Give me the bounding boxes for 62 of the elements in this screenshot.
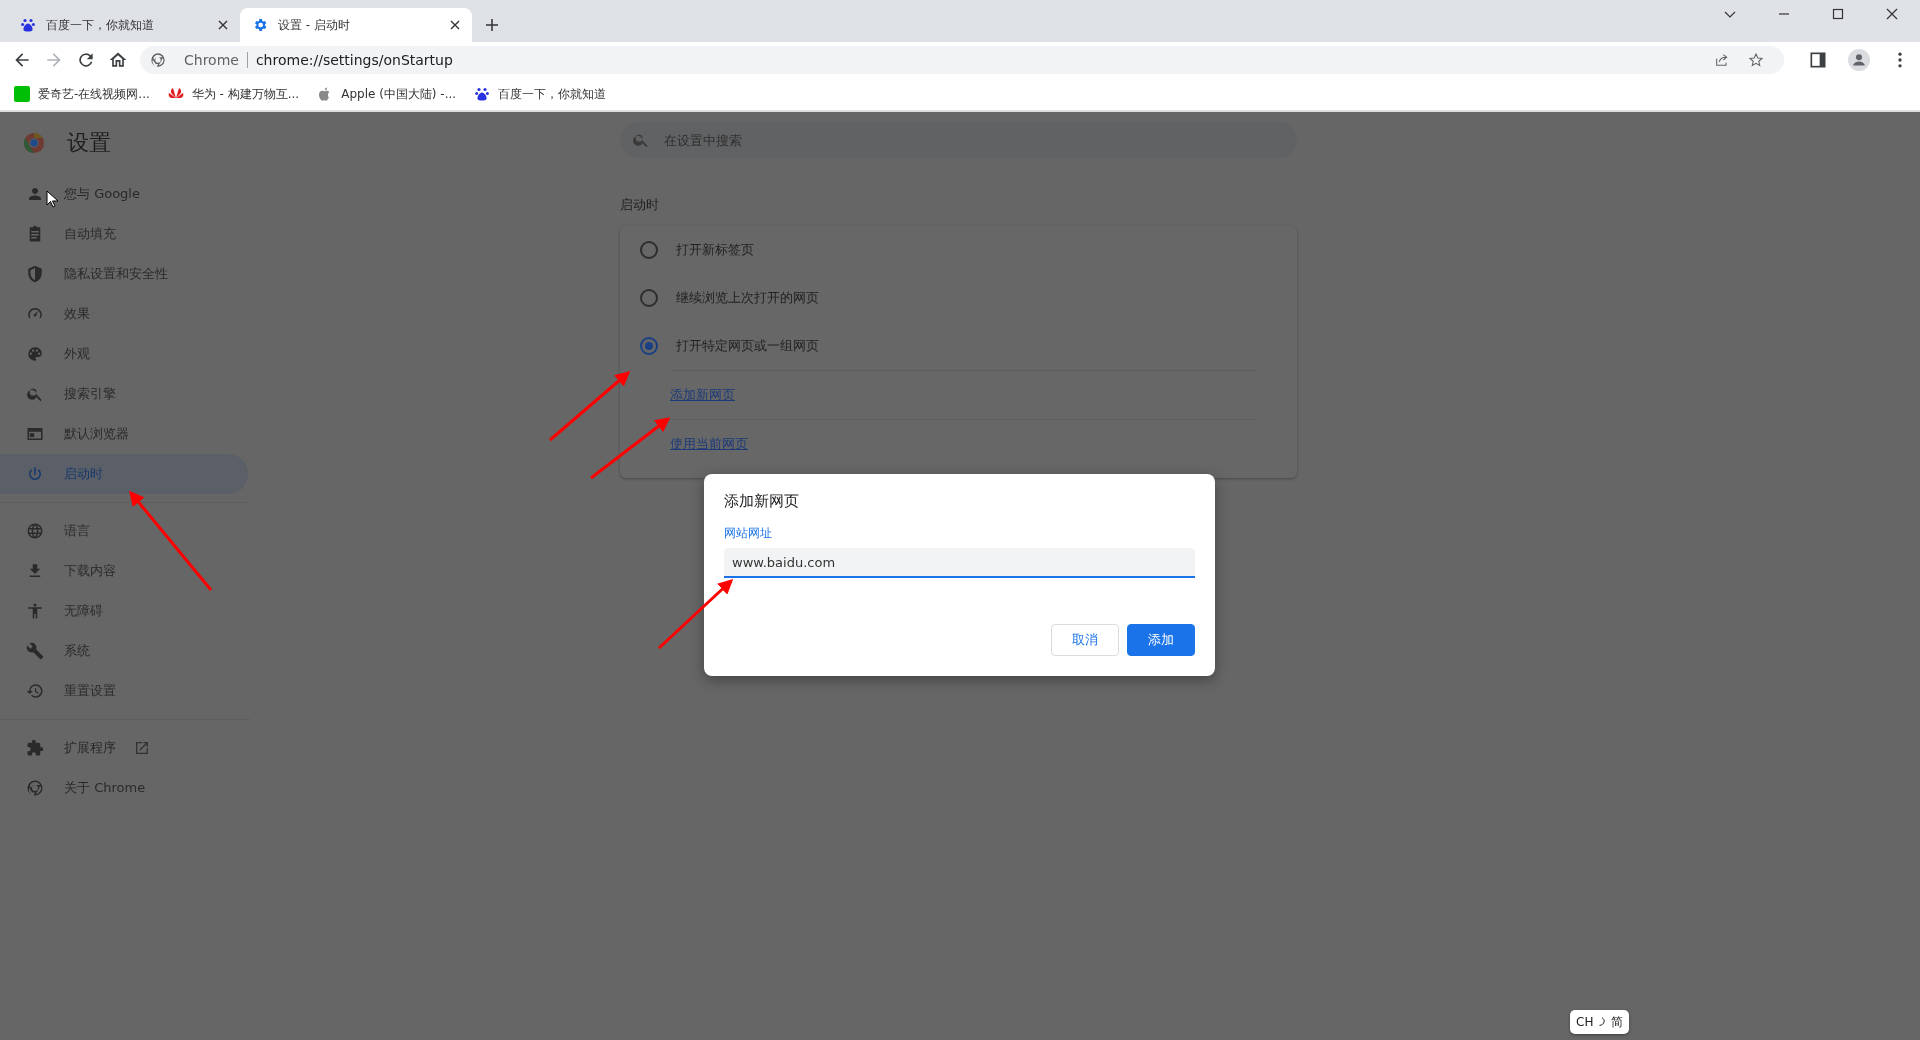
url-input-field[interactable]: www.baidu.com (724, 548, 1195, 578)
sidebar-item[interactable]: 扩展程序 (0, 728, 248, 768)
ime-mode: 简 (1611, 1013, 1624, 1031)
radio-button[interactable] (640, 241, 658, 259)
person-figure-icon (26, 602, 44, 620)
share-icon[interactable] (1714, 52, 1730, 68)
gear-icon (252, 17, 268, 33)
shield-icon (26, 265, 44, 283)
paw-icon (20, 17, 36, 33)
home-icon[interactable] (108, 50, 128, 70)
close-icon[interactable] (1886, 8, 1898, 20)
cancel-button[interactable]: 取消 (1051, 624, 1119, 656)
input-method-indicator[interactable]: CH 简 (1570, 1010, 1630, 1034)
paw-icon (474, 86, 491, 102)
radio-button[interactable] (640, 337, 658, 355)
side-panel-icon[interactable] (1808, 50, 1828, 70)
bookmark[interactable]: 百度一下，你就知道 (474, 85, 607, 103)
sidebar-item[interactable]: 外观 (0, 334, 248, 374)
ime-language: CH (1576, 1015, 1594, 1029)
sidebar-item[interactable]: 系统 (0, 631, 248, 671)
option-label: 打开新标签页 (676, 241, 754, 259)
dialog-title: 添加新网页 (724, 492, 800, 511)
browser-tab[interactable]: 百度一下，你就知道 (8, 8, 240, 42)
sidebar-item[interactable]: 效果 (0, 294, 248, 334)
close-icon[interactable] (218, 20, 228, 30)
section-heading: 启动时 (620, 196, 660, 214)
history-icon (26, 682, 44, 700)
bookmark[interactable]: 华为 - 构建万物互... (167, 85, 300, 103)
mouse-pointer-icon (46, 190, 58, 208)
app-logo-icon (14, 86, 30, 102)
link[interactable]: 使用当前网页 (670, 435, 748, 453)
bookmark[interactable]: 爱奇艺-在线视频网... (14, 85, 150, 103)
new-tab-icon[interactable] (486, 19, 498, 31)
wrench-icon (26, 642, 44, 660)
puzzle-icon (26, 739, 44, 757)
person-icon (26, 185, 44, 203)
power-icon (26, 465, 44, 483)
sidebar-item[interactable]: 下载内容 (0, 551, 248, 591)
chrome-logo-icon (23, 132, 45, 154)
palette-icon (26, 345, 44, 363)
maximize-icon[interactable] (1832, 8, 1844, 20)
star-icon[interactable] (1748, 52, 1764, 68)
sidebar-item[interactable]: 默认浏览器 (0, 414, 248, 454)
profile-avatar-icon[interactable] (1848, 49, 1870, 71)
bookmark[interactable]: Apple (中国大陆) -... (317, 85, 457, 103)
close-icon[interactable] (450, 20, 460, 30)
browser-window-icon (26, 425, 44, 443)
reload-icon[interactable] (76, 50, 96, 70)
settings-title: 设置 (67, 129, 111, 157)
add-button[interactable]: 添加 (1127, 624, 1195, 656)
link[interactable]: 添加新网页 (670, 386, 735, 404)
globe-icon (26, 522, 44, 540)
sidebar-item[interactable]: 您与 Google (0, 174, 248, 214)
crescent-icon (1597, 1017, 1608, 1027)
sidebar-item[interactable]: 关于 Chrome (0, 768, 248, 808)
sidebar-item[interactable]: 自动填充 (0, 214, 248, 254)
option-label: 继续浏览上次打开的网页 (676, 289, 819, 307)
browser-tab[interactable]: 设置 - 启动时 (240, 8, 472, 42)
field-label: 网站网址 (724, 525, 773, 542)
sidebar-item[interactable]: 启动时 (0, 454, 248, 494)
radio-button[interactable] (640, 289, 658, 307)
address-bar[interactable]: Chrome chrome://settings/onStartup (140, 46, 1784, 74)
